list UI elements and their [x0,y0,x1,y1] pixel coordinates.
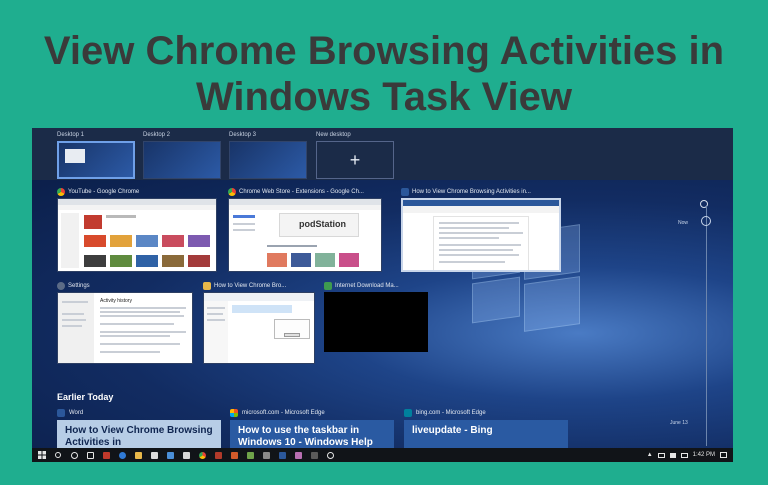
desktop-label: Desktop 2 [143,132,171,138]
gear-icon [57,282,65,290]
card-app-label: microsoft.com - Microsoft Edge [242,410,325,416]
window-thumbnail [401,198,561,272]
timeline-date-label: June 13 [670,420,688,426]
desktop-thumbnail [143,141,221,179]
chrome-icon [228,188,236,196]
folder-icon [203,282,211,290]
edge-icon[interactable] [116,449,128,461]
chrome-icon [57,188,65,196]
window-title: How to View Chrome Bro... [214,283,287,289]
word-icon [57,409,65,417]
desktop-thumbnail [229,141,307,179]
mail-icon[interactable] [164,449,176,461]
app-icon[interactable] [228,449,240,461]
file-explorer-icon[interactable] [132,449,144,461]
word-icon [401,188,409,196]
task-view-icon[interactable] [84,449,96,461]
podstation-label: podStation [299,219,346,229]
card-app-label: Word [69,410,84,416]
desktop-label: Desktop 3 [229,132,257,138]
task-view-screen: Desktop 1 Desktop 2 Desktop 3 New deskto… [32,128,733,462]
timeline-now-label: Now [678,220,689,226]
window-title: Internet Download Ma... [335,283,399,289]
desktop-label: New desktop [316,132,351,138]
desktop-3[interactable]: Desktop 3 [229,132,307,179]
new-desktop-button[interactable]: New desktop + [316,132,394,179]
virtual-desktops-strip: Desktop 1 Desktop 2 Desktop 3 New deskto… [32,128,733,180]
activity-history-heading: Activity history [100,298,132,304]
windows-start-icon[interactable] [36,449,48,461]
desktop-1[interactable]: Desktop 1 [57,132,135,179]
gear-icon[interactable] [324,449,336,461]
timeline-scrollbar[interactable] [706,206,707,446]
app-icon[interactable] [212,449,224,461]
window-title: YouTube - Google Chrome [68,189,140,195]
window-youtube-chrome[interactable]: YouTube - Google Chrome [57,186,217,272]
window-thumbnail: podStation [228,198,382,272]
system-tray: ▲ 1:42 PM [647,448,727,462]
card-app-label: bing.com - Microsoft Edge [416,410,486,416]
plus-icon: + [316,141,394,179]
window-title: Settings [68,283,90,289]
search-icon[interactable] [52,449,64,461]
store-icon[interactable] [148,449,160,461]
section-heading: Earlier Today [57,392,114,402]
app-icon[interactable] [308,449,320,461]
app-icon[interactable] [100,449,112,461]
cortana-icon[interactable] [68,449,80,461]
microsoft-icon [230,409,238,417]
idm-icon [324,282,332,290]
window-file-explorer[interactable]: How to View Chrome Bro... [203,280,315,364]
app-icon[interactable] [260,449,272,461]
window-thumbnail [57,198,217,272]
page-headline: View Chrome Browsing Activities in Windo… [43,29,725,119]
window-internet-download-manager[interactable]: Internet Download Ma... [324,280,428,352]
window-thumbnail: Activity history [57,292,193,364]
window-thumbnail [324,292,428,352]
app-icon[interactable] [244,449,256,461]
clock[interactable]: 1:42 PM [693,452,715,458]
timeline-thumb[interactable] [701,216,711,226]
app-icon[interactable] [180,449,192,461]
desktop-thumbnail [57,141,135,179]
app-icon[interactable] [292,449,304,461]
bing-icon [404,409,412,417]
keyboard-icon[interactable] [680,452,688,458]
windows-taskbar: ▲ 1:42 PM [32,448,733,462]
window-chrome-web-store[interactable]: Chrome Web Store - Extensions - Google C… [228,186,382,272]
chrome-icon[interactable] [196,449,208,461]
notifications-icon[interactable] [720,452,727,458]
window-title: How to View Chrome Browsing Activities i… [412,189,531,195]
desktop-2[interactable]: Desktop 2 [143,132,221,179]
window-word-document[interactable]: How to View Chrome Browsing Activities i… [401,186,561,272]
desktop-label: Desktop 1 [57,132,85,138]
chevron-up-icon[interactable]: ▲ [647,452,653,458]
window-title: Chrome Web Store - Extensions - Google C… [239,189,364,195]
network-icon[interactable] [657,452,665,458]
volume-icon[interactable] [669,452,676,458]
window-settings[interactable]: Settings Activity history [57,280,193,364]
word-icon[interactable] [276,449,288,461]
window-thumbnail [203,292,315,364]
